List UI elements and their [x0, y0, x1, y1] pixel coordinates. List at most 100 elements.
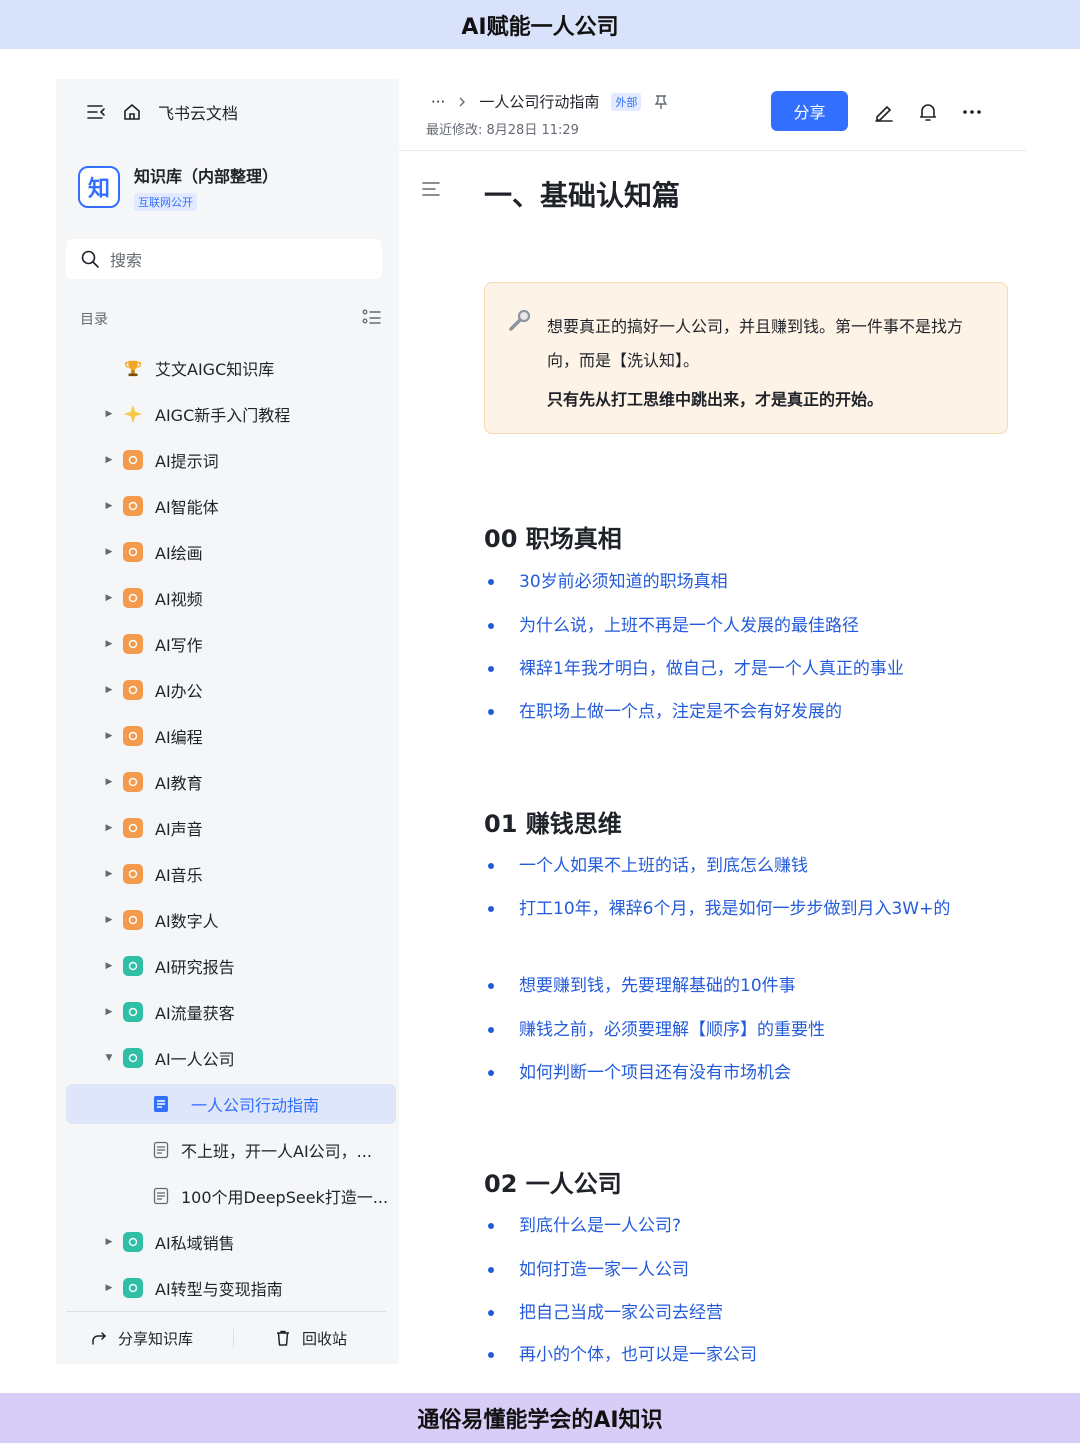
- tree-item-label: AI转型与变现指南: [155, 1280, 283, 1299]
- caret-right-icon[interactable]: ▶: [104, 731, 114, 741]
- tree-item[interactable]: ▶ AI数字人: [56, 900, 399, 940]
- caret-down-icon[interactable]: ▼: [104, 1053, 114, 1063]
- caret-right-icon[interactable]: ▶: [104, 685, 114, 695]
- tree-item[interactable]: ▶ AI提示词: [56, 440, 399, 480]
- document-topbar: ··· 一人公司行动指南 外部 最近修改: 8月28日 11:29 分享: [399, 79, 1026, 151]
- caret-right-icon[interactable]: ▶: [104, 961, 114, 971]
- breadcrumb: ··· 一人公司行动指南 外部: [431, 91, 669, 112]
- caret-right-icon[interactable]: ▶: [104, 409, 114, 419]
- bullet-text[interactable]: 在职场上做一个点，注定是不会有好发展的: [519, 698, 964, 726]
- tree-child-item[interactable]: 一人公司行动指南: [66, 1084, 396, 1124]
- bullet-text[interactable]: 想要赚到钱，先要理解基础的10件事: [519, 972, 964, 1000]
- caret-right-icon[interactable]: ▶: [104, 547, 114, 557]
- bullet-text[interactable]: 打工10年，裸辞6个月，我是如何一步步做到月入3W+的: [519, 895, 964, 923]
- bullet-text[interactable]: 30岁前必须知道的职场真相: [519, 568, 964, 596]
- caret-right-icon[interactable]: ▶: [104, 869, 114, 879]
- section-heading: 01 赚钱思维: [484, 810, 622, 838]
- app-icon: [123, 634, 143, 654]
- tree-item[interactable]: ▶ AI流量获客: [56, 992, 399, 1032]
- bullet-dot: [488, 1223, 494, 1229]
- tree-item[interactable]: ▶ AI研究报告: [56, 946, 399, 986]
- tree-item[interactable]: ▶ AI办公: [56, 670, 399, 710]
- share-knowledge-base-button[interactable]: 分享知识库: [90, 1328, 193, 1349]
- tree-item-label: AI视频: [155, 590, 203, 609]
- search-input[interactable]: 搜索: [66, 239, 382, 279]
- outline-icon[interactable]: [421, 181, 441, 197]
- bullet-dot: [488, 1352, 494, 1358]
- tree-item[interactable]: ▶ AI智能体: [56, 486, 399, 526]
- bullet-text[interactable]: 裸辞1年我才明白，做自己，才是一个人真正的事业: [519, 655, 964, 683]
- bullet-text[interactable]: 为什么说，上班不再是一个人发展的最佳路径: [519, 612, 964, 640]
- tree-item[interactable]: ▼ AI一人公司: [56, 1038, 399, 1078]
- tree-item-label: AI数字人: [155, 912, 219, 931]
- tree-item-label: AI写作: [155, 636, 203, 655]
- tree-item[interactable]: ▶ AI转型与变现指南: [56, 1268, 399, 1308]
- knowledge-base-card[interactable]: 知 知识库（内部整理） 互联网公开: [78, 163, 278, 211]
- caret-right-icon[interactable]: ▶: [104, 455, 114, 465]
- caret-right-icon[interactable]: ▶: [104, 777, 114, 787]
- tree-item-label: AIGC新手入门教程: [155, 406, 291, 425]
- knowledge-base-logo: 知: [78, 166, 120, 208]
- tree-item[interactable]: 艾文AIGC知识库: [56, 348, 399, 388]
- bullet-text[interactable]: 如何判断一个项目还有没有市场机会: [519, 1059, 964, 1087]
- tree-item[interactable]: ▶ AI编程: [56, 716, 399, 756]
- tree-item[interactable]: ▶ AI私域销售: [56, 1222, 399, 1262]
- bullet-text[interactable]: 到底什么是一人公司?: [519, 1212, 964, 1240]
- bullet-dot: [488, 863, 494, 869]
- caret-right-icon[interactable]: ▶: [104, 501, 114, 511]
- toc-list-icon[interactable]: [362, 308, 382, 326]
- callout-emphasis: 只有先从打工思维中跳出来，才是真正的开始。: [547, 390, 884, 409]
- app-name[interactable]: 飞书云文档: [158, 100, 238, 124]
- breadcrumb-more[interactable]: ···: [431, 93, 445, 111]
- bullet-text[interactable]: 赚钱之前，必须要理解【顺序】的重要性: [519, 1016, 964, 1044]
- tree-item-label: AI教育: [155, 774, 203, 793]
- search-icon: [80, 249, 100, 269]
- tree-item[interactable]: ▶ AI教育: [56, 762, 399, 802]
- home-icon[interactable]: [122, 102, 142, 122]
- bullet-dot: [488, 709, 494, 715]
- bullet-text[interactable]: 把自己当成一家公司去经营: [519, 1299, 964, 1327]
- app-icon: [123, 450, 143, 470]
- caret-right-icon[interactable]: ▶: [104, 639, 114, 649]
- tree-item[interactable]: ▶ AI写作: [56, 624, 399, 664]
- tree-item-label: 100个用DeepSeek打造一...: [181, 1188, 389, 1207]
- tree-item-label: AI研究报告: [155, 958, 235, 977]
- bullet-text[interactable]: 一个人如果不上班的话，到底怎么赚钱: [519, 852, 964, 880]
- app-icon: [123, 726, 143, 746]
- tree-item[interactable]: ▶ AI声音: [56, 808, 399, 848]
- tree-item[interactable]: ▶ AI音乐: [56, 854, 399, 894]
- tree-child-item[interactable]: 100个用DeepSeek打造一...: [56, 1176, 399, 1216]
- caret-right-icon[interactable]: ▶: [104, 1007, 114, 1017]
- tree-item-label: AI办公: [155, 682, 203, 701]
- bullet-text[interactable]: 再小的个体，也可以是一家公司: [519, 1341, 964, 1364]
- caret-right-icon[interactable]: ▶: [104, 1283, 114, 1293]
- caret-right-icon[interactable]: ▶: [104, 593, 114, 603]
- app-icon: [123, 1002, 143, 1022]
- breadcrumb-title[interactable]: 一人公司行动指南: [479, 91, 599, 112]
- caret-right-icon[interactable]: ▶: [104, 1237, 114, 1247]
- more-icon[interactable]: [960, 100, 984, 124]
- external-badge: 外部: [611, 92, 642, 111]
- tree-item-label: AI私域销售: [155, 1234, 235, 1253]
- knowledge-base-name: 知识库（内部整理）: [134, 167, 279, 186]
- bell-icon[interactable]: [916, 100, 940, 124]
- caret-right-icon[interactable]: ▶: [104, 823, 114, 833]
- trash-button[interactable]: 回收站: [274, 1328, 347, 1349]
- bullet-text[interactable]: 如何打造一家一人公司: [519, 1256, 964, 1284]
- tree-item[interactable]: ▶ AIGC新手入门教程: [56, 394, 399, 434]
- app-window: 飞书云文档 知 知识库（内部整理） 互联网公开 搜索 目录 艾文AIGC知识库 ▶…: [56, 79, 1026, 1364]
- app-icon: [123, 542, 143, 562]
- caret-right-icon[interactable]: ▶: [104, 915, 114, 925]
- search-placeholder: 搜索: [110, 251, 143, 270]
- app-icon: [123, 910, 143, 930]
- collapse-sidebar-icon[interactable]: [86, 103, 106, 121]
- edit-icon[interactable]: [872, 100, 896, 124]
- tree-child-item[interactable]: 不上班，开一人AI公司，...: [56, 1130, 399, 1170]
- share-knowledge-base-label: 分享知识库: [118, 1329, 194, 1348]
- document-area: ··· 一人公司行动指南 外部 最近修改: 8月28日 11:29 分享 一、基…: [399, 79, 1026, 1364]
- tree-item[interactable]: ▶ AI视频: [56, 578, 399, 618]
- tree-item[interactable]: ▶ AI绘画: [56, 532, 399, 572]
- section-heading: 02 一人公司: [484, 1170, 622, 1198]
- share-button[interactable]: 分享: [771, 91, 848, 131]
- pin-icon[interactable]: [653, 94, 669, 110]
